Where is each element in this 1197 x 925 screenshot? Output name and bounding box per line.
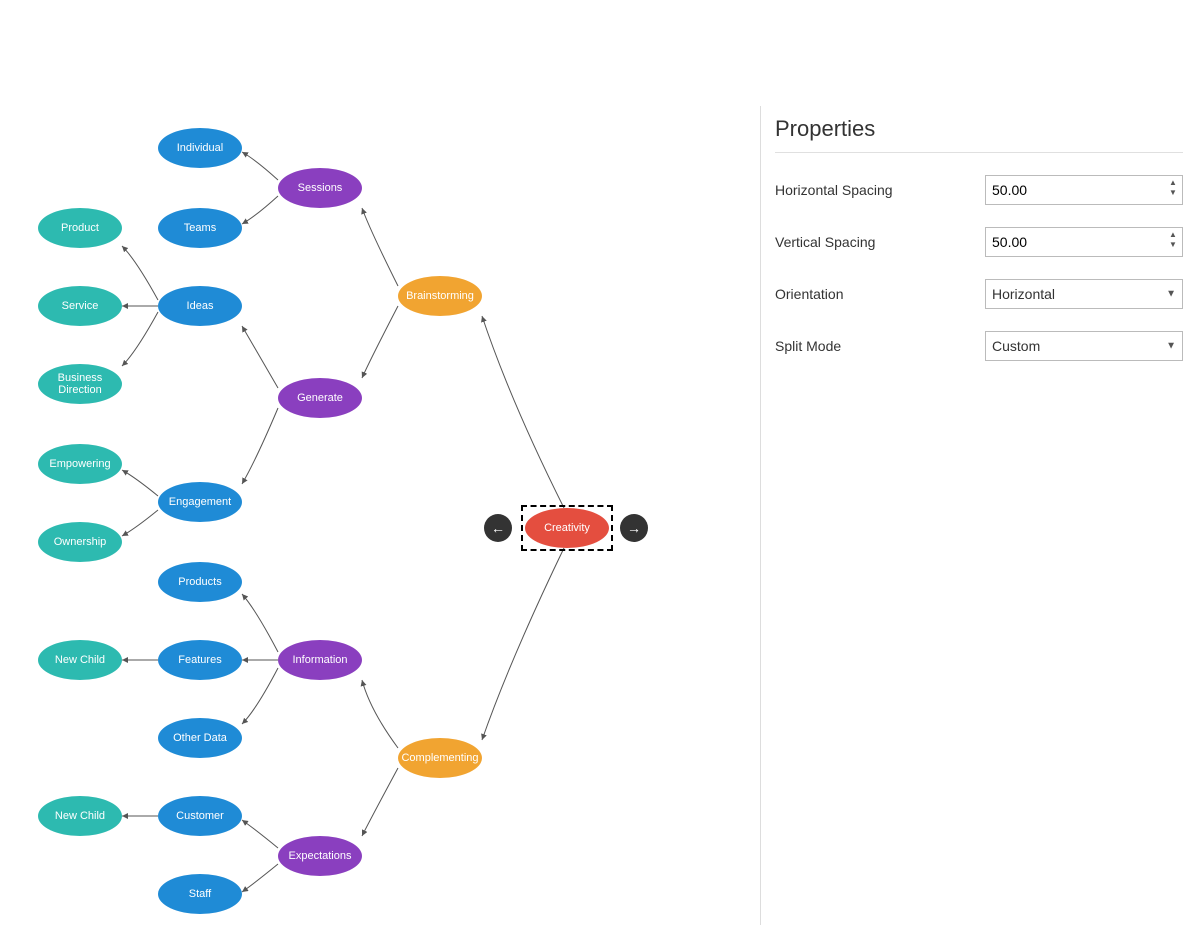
node-label: Generate <box>297 392 343 404</box>
vertical-spacing-input[interactable] <box>985 227 1183 257</box>
node-other-data[interactable]: Other Data <box>158 718 242 758</box>
node-label: Expectations <box>289 850 352 862</box>
arrow-right-icon: → <box>627 520 641 536</box>
node-engagement[interactable]: Engagement <box>158 482 242 522</box>
select-value: Horizontal <box>992 286 1055 302</box>
horizontal-spacing-input[interactable] <box>985 175 1183 205</box>
nav-prev-button[interactable]: ← <box>484 514 512 542</box>
node-expectations[interactable]: Expectations <box>278 836 362 876</box>
node-teams[interactable]: Teams <box>158 208 242 248</box>
node-brainstorming[interactable]: Brainstorming <box>398 276 482 316</box>
node-label: Other Data <box>173 732 227 744</box>
node-generate[interactable]: Generate <box>278 378 362 418</box>
node-products[interactable]: Products <box>158 562 242 602</box>
node-label: Complementing <box>401 752 478 764</box>
node-label: Engagement <box>169 496 231 508</box>
prop-label: Horizontal Spacing <box>775 182 985 198</box>
node-label: Product <box>61 222 99 234</box>
node-customer[interactable]: Customer <box>158 796 242 836</box>
prop-label: Split Mode <box>775 338 985 354</box>
node-label: Empowering <box>49 458 110 470</box>
prop-split-mode: Split Mode Custom ▼ <box>775 331 1183 361</box>
node-label: Sessions <box>298 182 343 194</box>
prop-horizontal-spacing: Horizontal Spacing ▲ ▼ <box>775 175 1183 205</box>
diagram-canvas[interactable]: Creativity ← → Brainstorming Complementi… <box>0 0 760 925</box>
node-label: Staff <box>189 888 211 900</box>
node-empowering[interactable]: Empowering <box>38 444 122 484</box>
prop-label: Orientation <box>775 286 985 302</box>
arrow-left-icon: ← <box>491 520 505 536</box>
node-individual[interactable]: Individual <box>158 128 242 168</box>
node-information[interactable]: Information <box>278 640 362 680</box>
node-business-direction[interactable]: Business Direction <box>38 364 122 404</box>
node-features[interactable]: Features <box>158 640 242 680</box>
select-value: Custom <box>992 338 1040 354</box>
spin-up-icon[interactable]: ▲ <box>1165 179 1181 187</box>
prop-orientation: Orientation Horizontal ▼ <box>775 279 1183 309</box>
chevron-down-icon: ▼ <box>1166 289 1176 300</box>
node-ideas[interactable]: Ideas <box>158 286 242 326</box>
chevron-down-icon: ▼ <box>1166 341 1176 352</box>
node-new-child-1[interactable]: New Child <box>38 640 122 680</box>
spin-down-icon[interactable]: ▼ <box>1165 189 1181 197</box>
node-product[interactable]: Product <box>38 208 122 248</box>
node-label: Teams <box>184 222 216 234</box>
node-label: Products <box>178 576 221 588</box>
properties-panel: Properties Horizontal Spacing ▲ ▼ Vertic… <box>760 106 1197 925</box>
node-staff[interactable]: Staff <box>158 874 242 914</box>
node-sessions[interactable]: Sessions <box>278 168 362 208</box>
node-label: New Child <box>55 810 105 822</box>
node-creativity[interactable]: Creativity <box>525 508 609 548</box>
node-complementing[interactable]: Complementing <box>398 738 482 778</box>
node-label: New Child <box>55 654 105 666</box>
node-label: Features <box>178 654 221 666</box>
node-label: Business Direction <box>42 372 118 396</box>
prop-label: Vertical Spacing <box>775 234 985 250</box>
orientation-select[interactable]: Horizontal ▼ <box>985 279 1183 309</box>
split-mode-select[interactable]: Custom ▼ <box>985 331 1183 361</box>
spin-down-icon[interactable]: ▼ <box>1165 241 1181 249</box>
panel-title: Properties <box>775 106 1183 153</box>
prop-vertical-spacing: Vertical Spacing ▲ ▼ <box>775 227 1183 257</box>
node-label: Creativity <box>544 522 590 534</box>
nav-next-button[interactable]: → <box>620 514 648 542</box>
node-service[interactable]: Service <box>38 286 122 326</box>
node-label: Ownership <box>54 536 107 548</box>
node-label: Information <box>292 654 347 666</box>
node-label: Ideas <box>187 300 214 312</box>
spin-up-icon[interactable]: ▲ <box>1165 231 1181 239</box>
node-label: Customer <box>176 810 224 822</box>
node-label: Service <box>62 300 99 312</box>
node-ownership[interactable]: Ownership <box>38 522 122 562</box>
node-new-child-2[interactable]: New Child <box>38 796 122 836</box>
node-label: Brainstorming <box>406 290 474 302</box>
node-label: Individual <box>177 142 223 154</box>
